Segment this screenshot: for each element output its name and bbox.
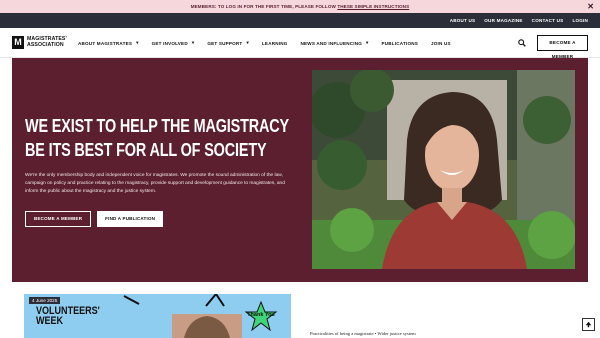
nav-item-label: NEWS AND INFLUENCING	[300, 40, 363, 46]
volunteers-week-title: VOLUNTEERS' WEEK	[36, 306, 100, 327]
nav-item-label: GET SUPPORT	[207, 40, 243, 46]
chevron-down-icon: ▾	[191, 40, 195, 45]
alert-text: MEMBERS: TO LOG IN FOR THE FIRST TIME, P…	[190, 4, 336, 9]
hero-become-member-button[interactable]: BECOME A MEMBER	[25, 211, 92, 227]
nav-item-label: PUBLICATIONS	[381, 40, 419, 46]
nav-item-label: ABOUT MAGISTRATES	[78, 40, 133, 46]
nav-item-get-involved[interactable]: GET INVOLVED ▾	[152, 40, 195, 46]
util-link-contact-us[interactable]: CONTACT US	[532, 18, 564, 23]
nav-item-label: JOIN US	[431, 40, 451, 46]
hero-buttons: BECOME A MEMBER FIND A PUBLICATION	[25, 211, 164, 227]
arrow-up-icon	[585, 321, 592, 328]
hero-section: WE EXIST TO HELP THE MAGISTRACY BE ITS B…	[12, 58, 588, 282]
site-logo[interactable]: M MAGISTRATES' ASSOCIATION	[12, 36, 79, 49]
nav-item-publications[interactable]: PUBLICATIONS	[382, 41, 419, 46]
article-categories[interactable]: Practicalities of being a magistrate • W…	[310, 331, 416, 336]
chevron-down-icon: ▾	[246, 40, 249, 45]
nav-item-learning[interactable]: LEARNING	[262, 41, 288, 46]
chevron-down-icon: ▾	[366, 40, 369, 45]
util-link-login[interactable]: LOGIN	[572, 18, 588, 23]
hero-title-line-1: WE EXIST TO HELP THE MAGISTRACY	[25, 115, 290, 136]
logo-text: MAGISTRATES' ASSOCIATION	[27, 36, 79, 48]
hero-description: We're the only membership body and indep…	[25, 173, 285, 194]
hero-portrait-photo	[312, 70, 575, 269]
util-link-our-magazine[interactable]: OUR MAGAZINE	[484, 18, 522, 23]
utility-links: ABOUT US OUR MAGAZINE CONTACT US LOGIN	[450, 13, 588, 28]
card-title-line-2: WEEK	[36, 315, 64, 327]
logo-line-2: ASSOCIATION	[27, 41, 64, 48]
portrait-illustration	[312, 70, 575, 269]
util-link-about-us[interactable]: ABOUT US	[450, 18, 476, 23]
nav-item-label: LEARNING	[261, 40, 288, 46]
sticker-text: Thank You	[247, 312, 275, 318]
main-navigation: M MAGISTRATES' ASSOCIATION ABOUT MAGISTR…	[0, 28, 600, 59]
utility-bar: ABOUT US OUR MAGAZINE CONTACT US LOGIN	[0, 13, 600, 28]
nav-item-label: GET INVOLVED	[151, 40, 188, 46]
thank-you-sticker: Thank You	[244, 301, 278, 331]
nav-item-get-support[interactable]: GET SUPPORT ▾	[207, 40, 249, 46]
alert-instructions-link[interactable]: THESE SIMPLE INSTRUCTIONS	[337, 4, 409, 9]
alert-banner: MEMBERS: TO LOG IN FOR THE FIRST TIME, P…	[0, 0, 600, 13]
nav-items: ABOUT MAGISTRATES ▾ GET INVOLVED ▾ GET S…	[78, 28, 451, 58]
chevron-down-icon: ▾	[136, 40, 139, 45]
close-icon[interactable]: ✕	[587, 0, 594, 13]
search-icon[interactable]	[518, 39, 526, 47]
logo-mark: M	[12, 36, 24, 49]
find-publication-button[interactable]: FIND A PUBLICATION	[97, 211, 164, 227]
hero-title-line-2: BE ITS BEST FOR ALL OF SOCIETY	[25, 139, 267, 160]
feature-card-image[interactable]: 4 June 2025 VOLUNTEERS' WEEK Thank You	[24, 294, 291, 338]
become-member-button[interactable]: BECOME A MEMBER	[537, 35, 588, 59]
nav-item-join-us[interactable]: JOIN US	[431, 41, 451, 46]
nav-item-news-and-influencing[interactable]: NEWS AND INFLUENCING ▾	[301, 40, 369, 46]
hero-title: WE EXIST TO HELP THE MAGISTRACY BE ITS B…	[25, 114, 290, 162]
back-to-top-button[interactable]	[582, 318, 595, 331]
nav-item-about-magistrates[interactable]: ABOUT MAGISTRATES ▾	[78, 40, 139, 46]
